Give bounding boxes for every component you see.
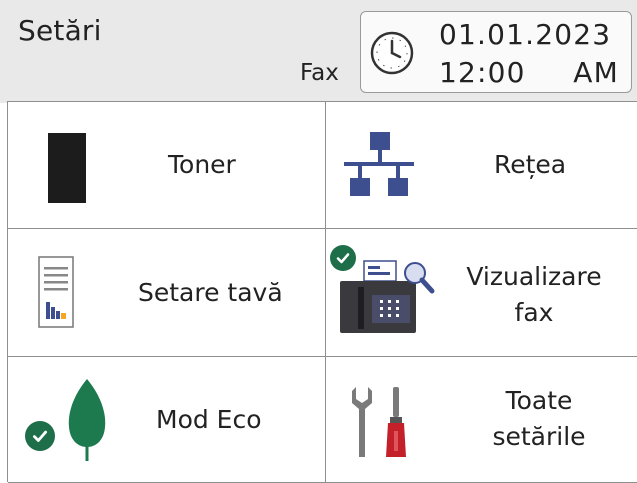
network-tile[interactable]: Rețea — [326, 102, 637, 229]
fax-preview-label: Vizualizare fax — [452, 259, 616, 331]
time-value: 12:00 — [439, 56, 526, 89]
eco-leaf-icon — [68, 379, 106, 461]
network-icon — [344, 132, 414, 196]
tray-settings-label: Setare tavă — [138, 278, 283, 307]
all-settings-label: Toate setările — [454, 383, 624, 455]
menu-grid: Toner Rețea Setare tavă Vizualizare fax … — [7, 101, 637, 483]
all-settings-label-line1: Toate — [505, 386, 573, 415]
tray-settings-tile[interactable]: Setare tavă — [8, 229, 326, 357]
clock-icon — [370, 31, 414, 75]
date-time-button[interactable]: 01.01.2023 12:00 AM — [360, 11, 632, 93]
toner-cartridge-icon — [48, 133, 86, 203]
header-bar: Setări Fax 01.01.2023 12:00 AM — [0, 0, 637, 103]
all-settings-label-line2: setările — [492, 422, 586, 451]
fax-preview-icon — [340, 260, 435, 333]
all-settings-tile[interactable]: Toate setările — [326, 357, 637, 483]
network-label: Rețea — [494, 150, 567, 179]
fax-preview-label-line1: Vizualizare — [466, 262, 602, 291]
time-display: 12:00 AM — [439, 56, 619, 89]
fax-preview-tile[interactable]: Vizualizare fax — [326, 229, 637, 357]
date-display: 01.01.2023 — [439, 18, 612, 51]
tools-icon — [352, 387, 406, 457]
fax-preview-label-line2: fax — [514, 298, 554, 327]
eco-mode-label: Mod Eco — [156, 405, 262, 434]
toner-label: Toner — [168, 150, 236, 179]
ampm-value: AM — [573, 56, 619, 89]
eco-mode-tile[interactable]: Mod Eco — [8, 357, 326, 483]
toner-tile[interactable]: Toner — [8, 102, 326, 229]
tray-settings-icon — [38, 256, 74, 328]
mode-label: Fax — [300, 60, 339, 86]
page-title: Setări — [18, 14, 102, 47]
check-badge-icon — [25, 421, 55, 451]
